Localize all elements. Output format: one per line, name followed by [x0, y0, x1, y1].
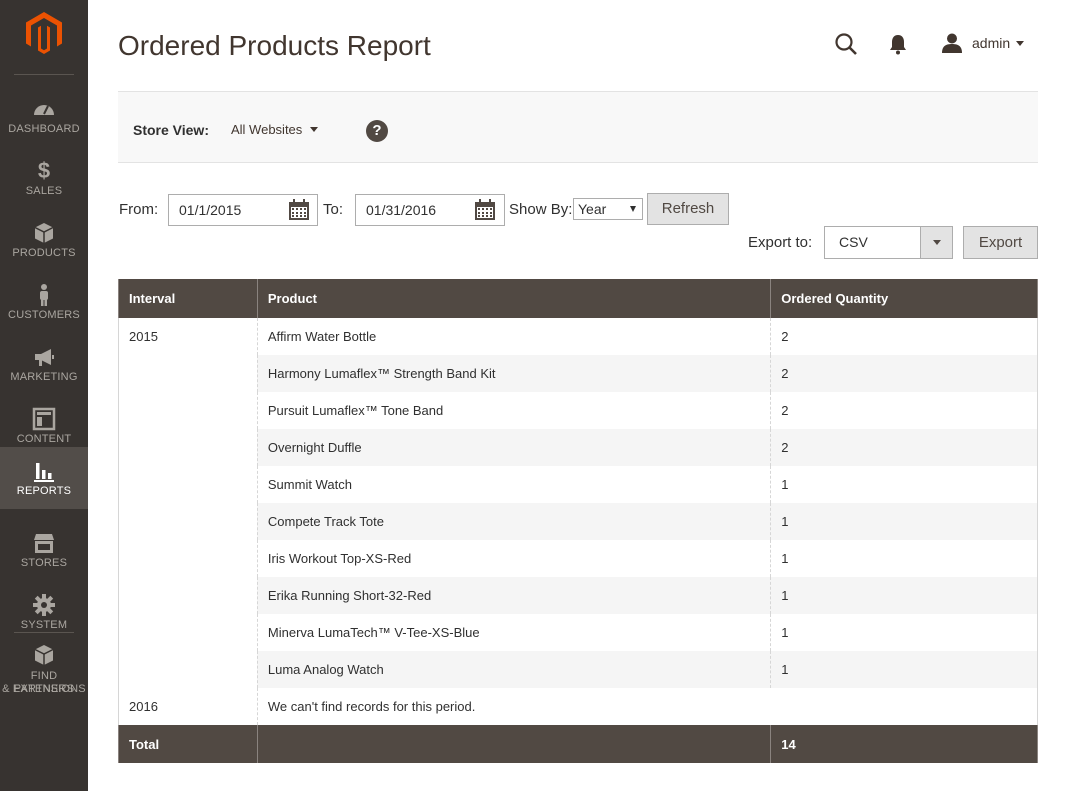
layout-icon — [32, 407, 56, 431]
bar-chart-icon — [34, 463, 54, 482]
sidebar-divider — [14, 632, 74, 633]
export-format-value: CSV — [839, 234, 868, 250]
sidebar-item-find-partners[interactable]: Find Partners & Extensions — [0, 643, 88, 699]
store-view-value: All Websites — [231, 122, 303, 137]
from-label: From: — [119, 201, 159, 218]
calendar-icon[interactable] — [288, 199, 310, 221]
sidebar-item-label: Content — [16, 433, 72, 445]
sidebar-item-reports[interactable]: Reports — [0, 447, 88, 509]
admin-username: admin — [972, 35, 1011, 51]
help-icon[interactable]: ? — [366, 120, 388, 142]
column-header-product[interactable]: Product — [256, 279, 772, 318]
show-by-select[interactable]: Year — [573, 198, 643, 220]
dollar-icon: $ — [37, 158, 51, 183]
interval-cell: 2016 — [118, 688, 258, 725]
qty-cell: 2 — [770, 318, 1038, 355]
column-header-ordered-quantity[interactable]: Ordered Quantity — [770, 279, 1038, 318]
sidebar-item-system[interactable]: System — [0, 581, 88, 643]
product-cell: Erika Running Short-32-Red — [257, 577, 772, 614]
show-by-value: Year — [578, 201, 607, 217]
show-by-label: Show By: — [509, 201, 573, 218]
table-row: 2016 We can't find records for this peri… — [118, 688, 1039, 725]
product-cell: Overnight Duffle — [257, 429, 772, 466]
store-view-bar: Store View: All Websites ? — [118, 91, 1038, 163]
sidebar-item-label: Customers — [8, 309, 80, 321]
sidebar-item-label: Products — [12, 247, 76, 259]
box-icon — [34, 223, 54, 243]
sidebar-item-marketing[interactable]: Marketing — [0, 333, 88, 395]
sidebar-item-label: Dashboard — [8, 123, 80, 135]
product-cell: Minerva LumaTech™ V-Tee-XS-Blue — [257, 614, 772, 651]
notifications-bell-icon[interactable] — [888, 33, 908, 55]
qty-cell: 1 — [770, 651, 1038, 688]
sidebar-item-label-line2: & Extensions — [2, 683, 86, 695]
storefront-icon — [34, 534, 54, 553]
sidebar-item-dashboard[interactable]: Dashboard — [0, 85, 88, 147]
magento-logo-icon[interactable] — [24, 12, 64, 54]
admin-sidebar: Dashboard $ Sales Products Customers Mar… — [0, 0, 88, 791]
user-icon — [942, 33, 962, 53]
caret-down-icon — [630, 206, 636, 212]
qty-cell: 1 — [770, 466, 1038, 503]
sidebar-item-label: System — [20, 619, 68, 631]
total-label: Total — [118, 725, 258, 763]
qty-cell: 2 — [770, 392, 1038, 429]
report-grid: Interval Product Ordered Quantity 2015 A… — [118, 279, 1039, 763]
search-icon[interactable] — [834, 32, 858, 56]
chevron-down-icon — [310, 127, 319, 132]
total-quantity: 14 — [770, 725, 1038, 763]
extensions-icon — [34, 645, 54, 665]
store-view-label: Store View: — [133, 122, 209, 138]
sidebar-item-label: Reports — [16, 485, 72, 497]
export-to-label: Export to: — [748, 234, 813, 251]
product-cell: Compete Track Tote — [257, 503, 772, 540]
person-icon — [40, 284, 48, 306]
to-label: To: — [323, 201, 344, 218]
qty-cell: 1 — [770, 577, 1038, 614]
sidebar-divider — [14, 74, 74, 75]
export-format-select[interactable]: CSV — [824, 226, 953, 259]
product-cell: Iris Workout Top-XS-Red — [257, 540, 772, 577]
no-records-message: We can't find records for this period. — [257, 688, 1039, 725]
sidebar-item-stores[interactable]: Stores — [0, 519, 88, 581]
total-empty-cell — [256, 725, 772, 763]
product-cell: Summit Watch — [257, 466, 772, 503]
export-button[interactable]: Export — [963, 226, 1038, 259]
qty-cell: 1 — [770, 540, 1038, 577]
sidebar-item-sales[interactable]: $ Sales — [0, 147, 88, 209]
product-cell: Luma Analog Watch — [257, 651, 772, 688]
qty-cell: 2 — [770, 429, 1038, 466]
megaphone-icon — [35, 349, 54, 366]
sidebar-item-customers[interactable]: Customers — [0, 271, 88, 333]
sidebar-item-label: Stores — [20, 557, 68, 569]
column-header-interval[interactable]: Interval — [118, 279, 258, 318]
store-view-switcher[interactable]: All Websites — [231, 122, 319, 137]
product-cell: Affirm Water Bottle — [257, 318, 772, 355]
chevron-down-icon — [1016, 40, 1025, 46]
admin-user-menu[interactable]: admin — [942, 31, 1025, 55]
chevron-down-icon — [920, 227, 952, 258]
qty-cell: 2 — [770, 355, 1038, 392]
table-row: 2015 Affirm Water Bottle 2 — [118, 318, 1038, 688]
gear-icon — [33, 594, 55, 616]
sidebar-item-label: Marketing — [10, 371, 78, 383]
totals-row: Total 14 — [118, 725, 1038, 763]
page-title: Ordered Products Report — [118, 30, 431, 61]
product-cell: Harmony Lumaflex™ Strength Band Kit — [257, 355, 772, 392]
interval-cell: 2015 — [118, 318, 258, 688]
sidebar-item-products[interactable]: Products — [0, 209, 88, 271]
refresh-button[interactable]: Refresh — [647, 193, 729, 225]
grid-header-row: Interval Product Ordered Quantity — [118, 279, 1038, 318]
product-cell: Pursuit Lumaflex™ Tone Band — [257, 392, 772, 429]
qty-cell: 1 — [770, 614, 1038, 651]
dashboard-icon — [34, 105, 54, 115]
sidebar-item-label: Sales — [25, 185, 63, 197]
qty-cell: 1 — [770, 503, 1038, 540]
calendar-icon[interactable] — [474, 199, 496, 221]
